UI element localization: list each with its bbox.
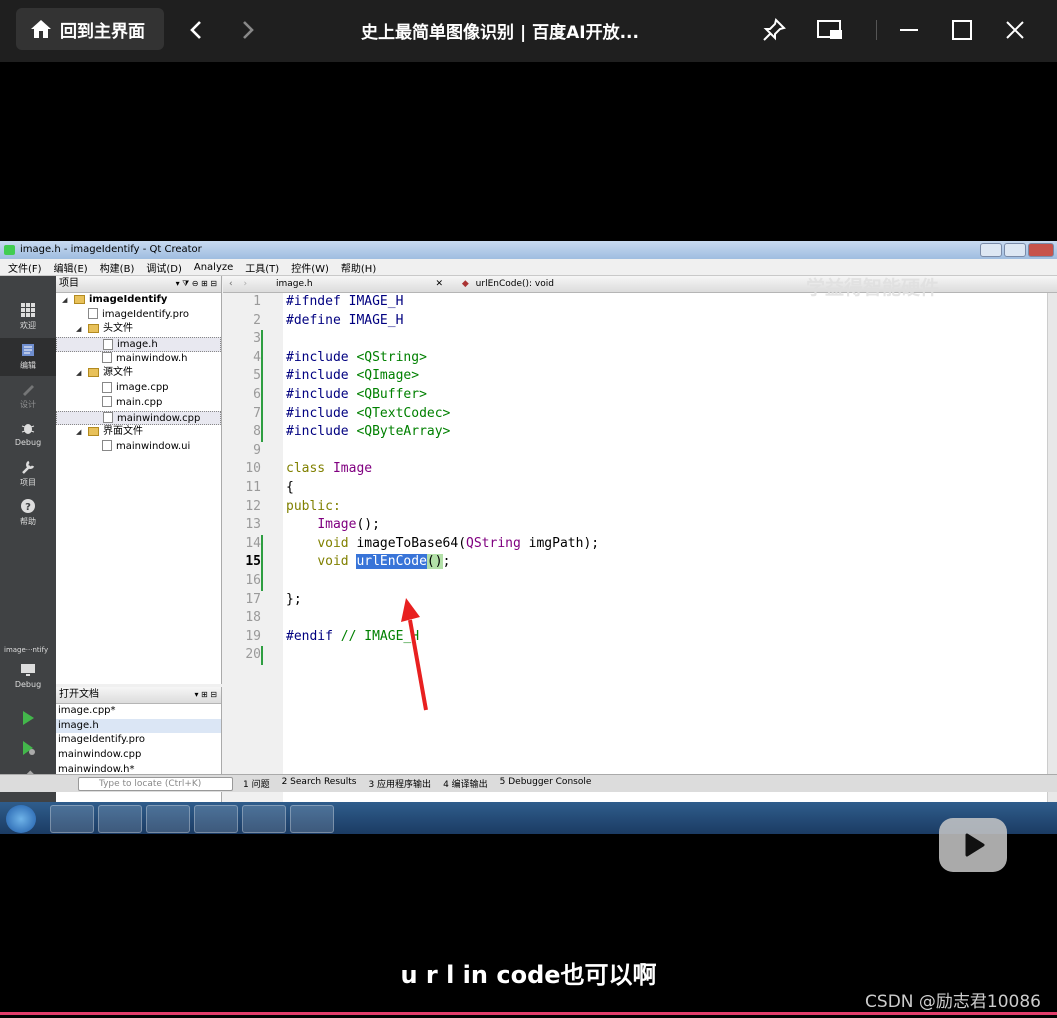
progress-bar[interactable] (0, 1012, 1057, 1015)
red-arrow-annotation (401, 598, 428, 711)
play-button[interactable] (939, 818, 1007, 872)
csdn-credit: CSDN @励志君10086 (865, 992, 1041, 1012)
play-icon (965, 833, 985, 857)
video-subtitle: u r l in code也可以啊 (400, 961, 657, 989)
